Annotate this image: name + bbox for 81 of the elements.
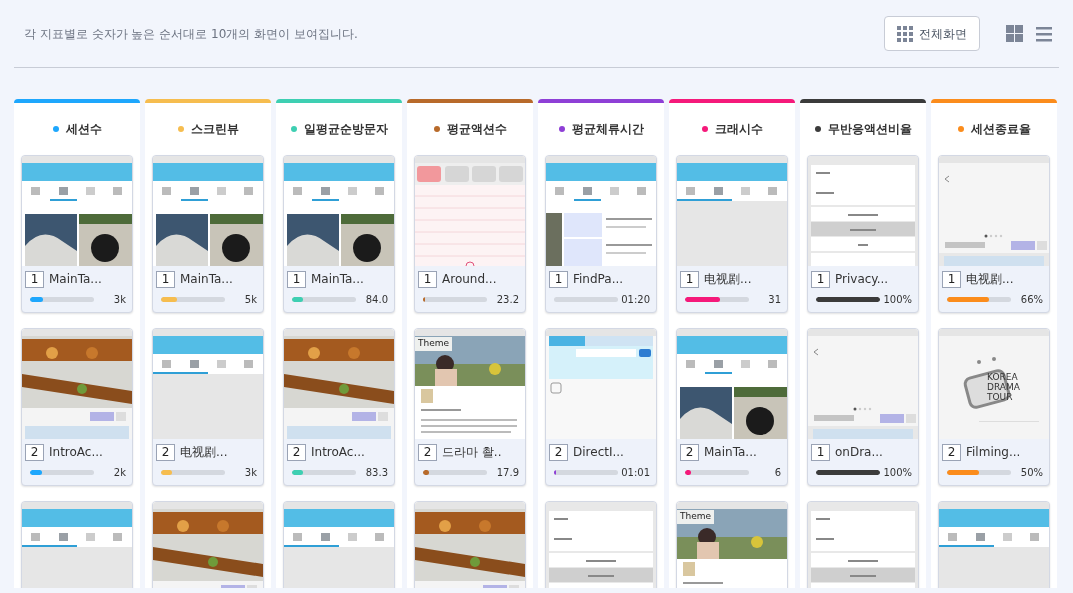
metric-value: 84.0	[365, 293, 388, 307]
logo-text: KOREA DRAMA TOUR	[987, 372, 1021, 402]
screen-name: onDra...	[835, 444, 883, 461]
screen-name: Around...	[442, 271, 497, 288]
rank-number: 1	[156, 270, 175, 288]
screen-card[interactable]: Theme 2 드라마 촬.. 17.9	[414, 328, 526, 486]
screen-name: MainTa...	[311, 271, 364, 288]
metric-value: 100%	[883, 466, 912, 480]
screen-name: IntroAc...	[311, 444, 365, 461]
screen-name: 电视剧...	[966, 271, 1014, 288]
screen-card[interactable]: 1 FindPa... 01:20	[545, 155, 657, 313]
metric-title: 평균체류시간	[571, 121, 644, 138]
description-text: 각 지표별로 숫자가 높은 순서대로 10개의 화면이 보여집니다.	[23, 25, 358, 43]
screen-name: 电视剧...	[704, 271, 752, 288]
screen-name: DirectI...	[573, 444, 624, 461]
rank-number: 1	[549, 270, 568, 288]
metric-title: 스크린뷰	[190, 121, 239, 138]
metric-value: 6	[774, 466, 781, 480]
screen-name: 드라마 촬..	[442, 444, 502, 461]
screen-card[interactable]: 2 IntroAc... 2k	[21, 328, 133, 486]
rank-number: 1	[680, 270, 699, 288]
metric-title: 세션수	[65, 121, 102, 138]
list-view-icon[interactable]	[1036, 25, 1052, 42]
metric-value: 23.2	[496, 293, 519, 307]
screen-card[interactable]: 1 电视剧... 66%	[938, 155, 1050, 313]
metric-value: 50%	[1020, 466, 1043, 480]
metric-title: 평균액션수	[446, 121, 507, 138]
metric-title: 무반응액션비율	[827, 121, 912, 138]
metric-value: 100%	[883, 293, 912, 307]
rank-number: 1	[811, 443, 830, 461]
rank-number: 2	[549, 443, 568, 461]
screen-name: 电视剧...	[180, 444, 228, 461]
rank-number: 2	[287, 443, 306, 461]
metric-value: 01:20	[621, 293, 650, 307]
rank-number: 2	[156, 443, 175, 461]
rank-number: 2	[418, 443, 437, 461]
rank-number: 1	[811, 270, 830, 288]
rank-number: 1	[418, 270, 437, 288]
grid-view-icon[interactable]	[1006, 25, 1023, 42]
rank-number: 1	[287, 270, 306, 288]
metric-value: 01:01	[621, 466, 650, 480]
metric-title: 일평균순방문자	[303, 121, 388, 138]
screen-card[interactable]: 1 onDra... 100%	[807, 328, 919, 486]
metric-value: 2k	[113, 466, 126, 480]
grid-dots-icon	[897, 25, 913, 42]
screen-card[interactable]: 1 Privacy... 100%	[807, 155, 919, 313]
metric-title: 크래시수	[714, 121, 763, 138]
screen-card[interactable]: 1 MainTa... 84.0	[283, 155, 395, 313]
screen-name: IntroAc...	[49, 444, 103, 461]
screen-name: Privacy...	[835, 271, 889, 288]
rank-number: 2	[680, 443, 699, 461]
screen-card[interactable]: 1 电视剧... 31	[676, 155, 788, 313]
screen-card[interactable]: 2 DirectI... 01:01	[545, 328, 657, 486]
rank-number: 2	[25, 443, 44, 461]
rank-number: 1	[942, 270, 961, 288]
rank-number: 1	[25, 270, 44, 288]
metric-value: 3k	[244, 466, 257, 480]
screen-card[interactable]: 1 Around... 23.2	[414, 155, 526, 313]
metric-value: 31	[768, 293, 781, 307]
metric-value: 83.3	[365, 466, 388, 480]
metric-value: 5k	[244, 293, 257, 307]
theme-label: Theme	[677, 510, 715, 524]
metric-title: 세션종료율	[970, 121, 1031, 138]
screen-name: Filming...	[966, 444, 1021, 461]
progress-bar	[554, 297, 618, 302]
metric-value: 66%	[1020, 293, 1043, 307]
screen-card[interactable]: 1 MainTa... 5k	[152, 155, 264, 313]
screen-name: FindPa...	[573, 271, 624, 288]
theme-label: Theme	[415, 337, 453, 351]
screen-name: MainTa...	[180, 271, 233, 288]
metric-value: 3k	[113, 293, 126, 307]
metric-value: 17.9	[496, 466, 519, 480]
screen-card[interactable]: KOREA DRAMA TOUR 2 Filming... 50%	[938, 328, 1050, 486]
screen-card[interactable]: 2 电视剧... 3k	[152, 328, 264, 486]
screen-card[interactable]: 2 IntroAc... 83.3	[283, 328, 395, 486]
screen-card[interactable]: 2 MainTa... 6	[676, 328, 788, 486]
screen-name: MainTa...	[704, 444, 757, 461]
screen-card[interactable]: 1 MainTa... 3k	[21, 155, 133, 313]
fullscreen-button[interactable]: 전체화면	[884, 16, 980, 51]
screen-name: MainTa...	[49, 271, 102, 288]
rank-number: 2	[942, 443, 961, 461]
